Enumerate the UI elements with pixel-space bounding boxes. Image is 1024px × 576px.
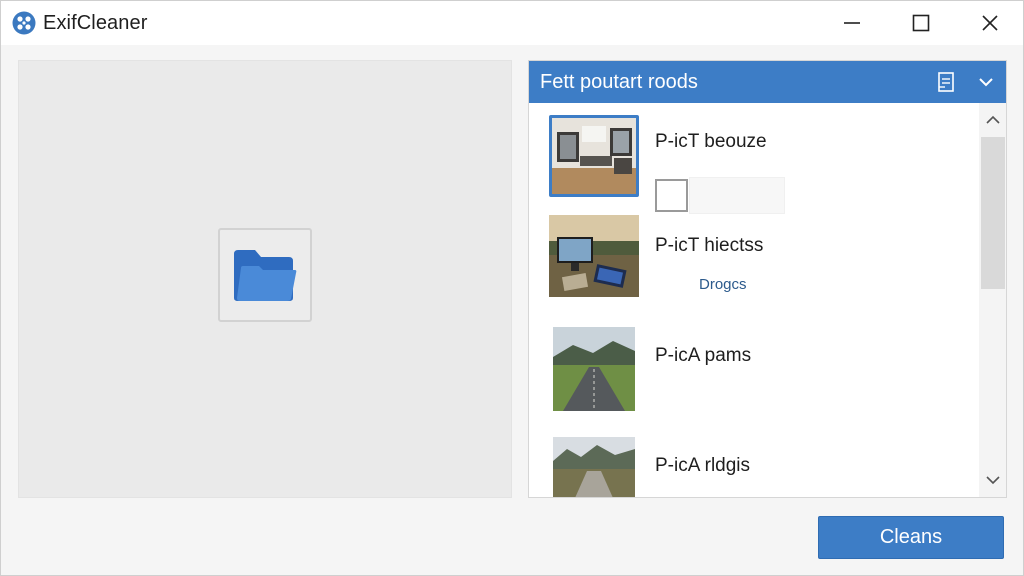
minimize-icon <box>844 22 860 24</box>
mountain-road-photo-thumbnail[interactable] <box>553 437 635 497</box>
monitor-photo-thumbnail[interactable] <box>549 215 639 297</box>
image-list: P-icT beouze P-icT hiectss Drogcs P-icA … <box>529 103 979 497</box>
document-icon[interactable] <box>935 71 957 93</box>
list-scrollbar[interactable] <box>979 103 1006 497</box>
item-title: P-icT hiectss <box>655 235 764 256</box>
panel-header: Fett poutart roods <box>529 61 1006 103</box>
room-photo-thumbnail[interactable] <box>549 115 639 197</box>
item-subtitle: Drogcs <box>699 276 747 293</box>
maximize-icon <box>912 14 930 32</box>
item-title: P-icT beouze <box>655 131 767 152</box>
list-item[interactable]: P-icA rldgis <box>529 433 979 497</box>
list-item[interactable]: P-icT hiectss Drogcs <box>529 215 979 319</box>
exifcleaner-window: ExifCleaner Fett poutart roods P-icT beo… <box>0 0 1024 576</box>
mountain-road-photo-image <box>553 437 635 497</box>
clean-button[interactable]: Cleans <box>818 516 1004 559</box>
folder-icon <box>234 250 297 301</box>
maximize-button[interactable] <box>887 1 955 45</box>
scrollbar-thumb[interactable] <box>981 137 1005 289</box>
title-bar: ExifCleaner <box>1 1 1023 45</box>
item-title: P-icA rldgis <box>655 455 751 476</box>
road-photo-image <box>553 327 635 411</box>
list-item[interactable]: P-icA pams <box>529 327 979 431</box>
item-field <box>689 177 785 214</box>
scroll-up-icon[interactable] <box>984 113 1002 127</box>
list-item[interactable]: P-icT beouze <box>529 113 979 217</box>
close-button[interactable] <box>956 1 1024 45</box>
monitor-photo-image <box>549 215 639 297</box>
chevron-down-icon[interactable] <box>977 73 995 91</box>
file-drop-zone[interactable] <box>18 60 512 498</box>
close-icon <box>982 15 998 31</box>
scroll-down-icon[interactable] <box>984 473 1002 487</box>
panel-title: Fett poutart roods <box>540 71 698 93</box>
item-title: P-icA pams <box>655 345 752 366</box>
app-title: ExifCleaner <box>43 12 148 34</box>
road-photo-thumbnail[interactable] <box>553 327 635 411</box>
item-checkbox[interactable] <box>655 179 688 212</box>
file-list-panel: Fett poutart roods P-icT beouze P-icT hi… <box>528 60 1007 498</box>
app-logo-icon <box>12 11 36 35</box>
open-folder-button[interactable] <box>218 228 312 322</box>
minimize-button[interactable] <box>818 1 886 45</box>
room-photo-image <box>552 118 636 194</box>
